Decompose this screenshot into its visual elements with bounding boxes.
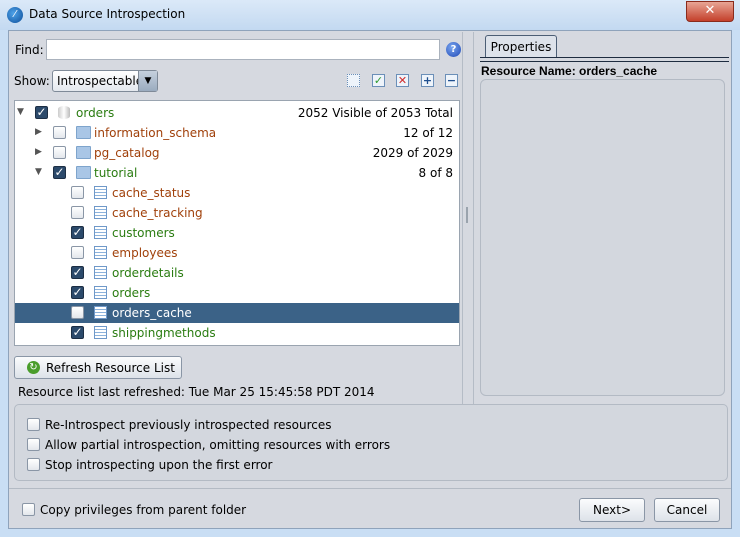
tree-item-name: tutorial: [94, 166, 138, 180]
tree-checkbox[interactable]: [71, 186, 84, 199]
tree-item-count: 12 of 12: [403, 126, 453, 140]
tree-checkbox[interactable]: [71, 206, 84, 219]
expand-triangle-closed-icon[interactable]: ▶: [35, 147, 42, 157]
tree-row[interactable]: ✓ orderdetails: [15, 263, 459, 283]
tree-row[interactable]: ▼ ✓ tutorial 8 of 8: [15, 163, 459, 183]
tree-item-name: information_schema: [94, 126, 217, 140]
tree-row[interactable]: ▼ ✓ orders 2052 Visible of 2053 Total: [15, 103, 459, 123]
database-icon: [58, 106, 70, 119]
tree-checkbox[interactable]: ✓: [35, 106, 48, 119]
collapse-all-icon[interactable]: −: [445, 74, 458, 87]
table-icon: [94, 206, 107, 219]
tab-divider: [480, 57, 729, 62]
tree-checkbox[interactable]: ✓: [71, 266, 84, 279]
options-panel: Re-Introspect previously introspected re…: [14, 404, 728, 481]
uncheck-all-icon[interactable]: ✕: [396, 74, 409, 87]
refresh-icon: ↻: [27, 361, 40, 374]
table-icon: [94, 246, 107, 259]
table-icon: [94, 326, 107, 339]
app-icon: ⁄: [7, 7, 23, 23]
folder-icon: [76, 146, 91, 159]
expand-all-icon[interactable]: +: [421, 74, 434, 87]
tree-row[interactable]: cache_status: [15, 183, 459, 203]
tree-row[interactable]: ▶ pg_catalog 2029 of 2029: [15, 143, 459, 163]
show-select[interactable]: Introspectable ▼: [52, 70, 158, 92]
tree-view-icon[interactable]: [347, 74, 360, 87]
help-icon[interactable]: ?: [446, 42, 461, 57]
show-value: Introspectable: [57, 74, 144, 88]
check-all-icon[interactable]: ✓: [372, 74, 385, 87]
tree-checkbox[interactable]: [71, 246, 84, 259]
tree-checkbox[interactable]: ✓: [71, 286, 84, 299]
option-label: Allow partial introspection, omitting re…: [45, 438, 391, 452]
expand-triangle-closed-icon[interactable]: ▶: [35, 127, 42, 137]
tab-properties[interactable]: Properties: [485, 35, 557, 58]
expand-triangle-open-icon[interactable]: ▼: [17, 107, 24, 117]
table-icon: [94, 306, 107, 319]
tree-checkbox[interactable]: ✓: [53, 166, 66, 179]
splitter-grip-icon[interactable]: [466, 207, 468, 223]
close-button[interactable]: ✕: [686, 1, 734, 22]
tree-row[interactable]: orders_cache: [15, 303, 459, 323]
folder-icon: [76, 166, 91, 179]
splitter[interactable]: [462, 32, 474, 404]
tree-row[interactable]: employees: [15, 243, 459, 263]
tree-row[interactable]: ▶ information_schema 12 of 12: [15, 123, 459, 143]
option-label: Stop introspecting upon the first error: [45, 458, 273, 472]
tree-item-count: 2029 of 2029: [372, 146, 453, 160]
resource-name: Resource Name: orders_cache: [481, 64, 658, 78]
tree-checkbox[interactable]: ✓: [71, 326, 84, 339]
show-label: Show:: [14, 74, 50, 88]
tree-row[interactable]: cache_tracking: [15, 203, 459, 223]
properties-panel: [480, 79, 725, 396]
refresh-resource-list-button[interactable]: ↻ Refresh Resource List: [14, 356, 182, 379]
tree-row[interactable]: ✓ orders: [15, 283, 459, 303]
tree-item-name: shippingmethods: [112, 326, 216, 340]
expand-triangle-open-icon[interactable]: ▼: [35, 167, 42, 177]
table-icon: [94, 226, 107, 239]
tree-item-name: orders: [112, 286, 151, 300]
checkbox[interactable]: [22, 503, 35, 516]
divider: [9, 488, 731, 489]
tree-item-count: 8 of 8: [418, 166, 453, 180]
tree-checkbox[interactable]: [71, 306, 84, 319]
table-icon: [94, 266, 107, 279]
refresh-status: Resource list last refreshed: Tue Mar 25…: [18, 385, 375, 399]
next-button[interactable]: Next>: [579, 498, 645, 522]
resource-tree[interactable]: ▼ ✓ orders 2052 Visible of 2053 Total ▶ infor…: [14, 100, 460, 346]
tree-item-name: orderdetails: [112, 266, 184, 280]
tree-row[interactable]: ✓ customers: [15, 223, 459, 243]
tree-item-name: employees: [112, 246, 178, 260]
tree-item-name: cache_tracking: [112, 206, 203, 220]
table-icon: [94, 186, 107, 199]
tree-checkbox[interactable]: [53, 146, 66, 159]
checkbox[interactable]: [27, 458, 40, 471]
tree-item-name: orders_cache: [112, 306, 192, 320]
folder-icon: [76, 126, 91, 139]
checkbox[interactable]: [27, 438, 40, 451]
cancel-button[interactable]: Cancel: [654, 498, 720, 522]
window-title: Data Source Introspection: [29, 7, 186, 21]
tree-item-name: customers: [112, 226, 175, 240]
find-label: Find:: [15, 43, 44, 57]
chevron-down-icon: ▼: [138, 71, 157, 91]
tree-checkbox[interactable]: ✓: [71, 226, 84, 239]
refresh-label: Refresh Resource List: [46, 361, 175, 375]
tree-item-name: cache_status: [112, 186, 191, 200]
tree-row[interactable]: ✓ shippingmethods: [15, 323, 459, 343]
tree-item-count: 2052 Visible of 2053 Total: [297, 106, 453, 120]
checkbox[interactable]: [27, 418, 40, 431]
tree-item-name: pg_catalog: [94, 146, 160, 160]
find-input[interactable]: [46, 39, 440, 60]
copy-privileges-label: Copy privileges from parent folder: [40, 503, 247, 517]
tree-item-name: orders: [76, 106, 115, 120]
tree-checkbox[interactable]: [53, 126, 66, 139]
option-label: Re-Introspect previously introspected re…: [45, 418, 332, 432]
table-icon: [94, 286, 107, 299]
